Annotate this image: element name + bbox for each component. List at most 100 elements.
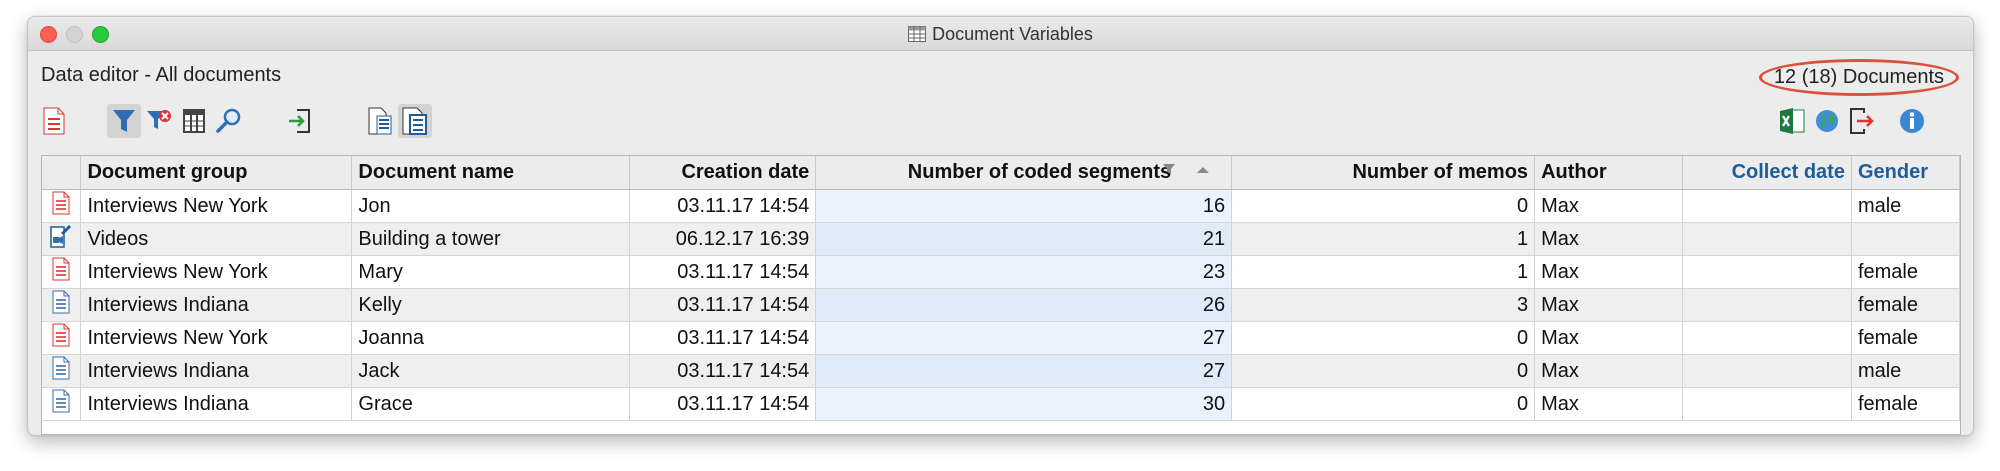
text-doc-red-icon <box>52 323 70 352</box>
cell-document-name[interactable]: Building a tower <box>351 222 631 256</box>
info-icon[interactable] <box>1895 104 1929 138</box>
cell-creation-date[interactable]: 03.11.17 14:54 <box>629 189 817 223</box>
cell-number-of-memos[interactable]: 0 <box>1231 387 1536 421</box>
document-count: 12 (18) Documents <box>1758 59 1959 96</box>
cell-gender[interactable]: male <box>1851 189 1960 223</box>
cell-collect-date[interactable] <box>1682 354 1852 388</box>
cell-gender[interactable]: female <box>1851 321 1960 355</box>
row-icon-cell[interactable] <box>42 321 82 355</box>
cell-creation-date[interactable]: 06.12.17 16:39 <box>629 222 817 256</box>
cell-document-group[interactable]: Interviews Indiana <box>80 288 353 322</box>
filter-sort-icon <box>1163 164 1210 174</box>
cell-number-of-coded-segments[interactable]: 30 <box>815 387 1233 421</box>
cell-number-of-coded-segments[interactable]: 27 <box>815 321 1233 355</box>
data-grid[interactable]: Document group Document name Creation da… <box>41 155 1961 435</box>
cell-creation-date[interactable]: 03.11.17 14:54 <box>629 354 817 388</box>
cell-document-name[interactable]: Joanna <box>351 321 631 355</box>
cell-author[interactable]: Max <box>1534 222 1683 256</box>
cell-collect-date[interactable] <box>1682 255 1852 289</box>
document-view-icon[interactable] <box>398 104 432 138</box>
cell-creation-date[interactable]: 03.11.17 14:54 <box>629 288 817 322</box>
document-red-icon[interactable] <box>37 104 71 138</box>
clear-filter-icon[interactable] <box>142 104 176 138</box>
column-header-number-of-memos[interactable]: Number of memos <box>1231 156 1536 190</box>
row-icon-cell[interactable] <box>42 354 82 388</box>
table-row[interactable]: Interviews New York Jon 03.11.17 14:54 16 0 M… <box>42 189 1960 223</box>
cell-gender[interactable]: female <box>1851 288 1960 322</box>
cell-number-of-memos[interactable]: 1 <box>1231 255 1536 289</box>
row-icon-cell[interactable] <box>42 222 82 256</box>
cell-creation-date[interactable]: 03.11.17 14:54 <box>629 321 817 355</box>
cell-document-name[interactable]: Jon <box>351 189 631 223</box>
cell-gender[interactable]: female <box>1851 255 1960 289</box>
table-row[interactable]: Interviews New York Mary 03.11.17 14:54 23 1… <box>42 255 1960 289</box>
cell-document-group[interactable]: Videos <box>80 222 353 256</box>
import-icon[interactable] <box>282 104 316 138</box>
column-header-gender[interactable]: Gender <box>1851 156 1960 190</box>
cell-number-of-coded-segments[interactable]: 26 <box>815 288 1233 322</box>
cell-author[interactable]: Max <box>1534 321 1683 355</box>
cell-document-name[interactable]: Grace <box>351 387 631 421</box>
cell-author[interactable]: Max <box>1534 288 1683 322</box>
cell-document-name[interactable]: Jack <box>351 354 631 388</box>
cell-collect-date[interactable] <box>1682 387 1852 421</box>
cell-creation-date[interactable]: 03.11.17 14:54 <box>629 387 817 421</box>
cell-author[interactable]: Max <box>1534 255 1683 289</box>
cell-document-group[interactable]: Interviews New York <box>80 189 353 223</box>
cell-collect-date[interactable] <box>1682 222 1852 256</box>
table-header-row: Document group Document name Creation da… <box>42 156 1960 190</box>
cell-document-group[interactable]: Interviews New York <box>80 321 353 355</box>
cell-gender[interactable] <box>1851 222 1960 256</box>
cell-number-of-memos[interactable]: 1 <box>1231 222 1536 256</box>
row-icon-cell[interactable] <box>42 189 82 223</box>
row-icon-cell[interactable] <box>42 387 82 421</box>
cell-number-of-coded-segments[interactable]: 16 <box>815 189 1233 223</box>
cell-document-group[interactable]: Interviews New York <box>80 255 353 289</box>
column-header-author[interactable]: Author <box>1534 156 1683 190</box>
export-exit-icon[interactable] <box>1845 104 1879 138</box>
table-row[interactable]: Videos Building a tower 06.12.17 16:39 21 1 M… <box>42 222 1960 256</box>
cell-creation-date[interactable]: 03.11.17 14:54 <box>629 255 817 289</box>
cell-gender[interactable]: female <box>1851 387 1960 421</box>
web-export-icon[interactable] <box>1810 104 1844 138</box>
cell-collect-date[interactable] <box>1682 288 1852 322</box>
row-icon-cell[interactable] <box>42 288 82 322</box>
column-header-document-name[interactable]: Document name <box>351 156 631 190</box>
table-row[interactable]: Interviews Indiana Grace 03.11.17 14:54 30 0… <box>42 387 1960 421</box>
filter-icon[interactable] <box>107 104 141 138</box>
table-row[interactable]: Interviews New York Joanna 03.11.17 14:54 2… <box>42 321 1960 355</box>
cell-number-of-memos[interactable]: 3 <box>1231 288 1536 322</box>
cell-author[interactable]: Max <box>1534 387 1683 421</box>
cell-document-group[interactable]: Interviews Indiana <box>80 354 353 388</box>
cell-author[interactable]: Max <box>1534 189 1683 223</box>
cell-document-name[interactable]: Mary <box>351 255 631 289</box>
data-editor-subtitle: Data editor - All documents <box>41 64 282 86</box>
video-doc-icon <box>50 224 72 253</box>
column-header-creation-date[interactable]: Creation date <box>629 156 817 190</box>
cell-number-of-memos[interactable]: 0 <box>1231 354 1536 388</box>
excel-export-icon[interactable] <box>1775 104 1809 138</box>
table-row[interactable]: Interviews Indiana Kelly 03.11.17 14:54 26 3… <box>42 288 1960 322</box>
title-bar[interactable]: Document Variables <box>28 17 1973 51</box>
cell-number-of-coded-segments[interactable]: 27 <box>815 354 1233 388</box>
cell-gender[interactable]: male <box>1851 354 1960 388</box>
column-header-number-of-coded-segments[interactable]: Number of coded segments <box>815 156 1233 190</box>
cell-number-of-memos[interactable]: 0 <box>1231 321 1536 355</box>
table-icon <box>908 26 927 47</box>
cell-number-of-coded-segments[interactable]: 21 <box>815 222 1233 256</box>
header-icon-column <box>42 156 82 190</box>
cell-collect-date[interactable] <box>1682 321 1852 355</box>
list-view-icon[interactable] <box>363 104 397 138</box>
search-icon[interactable] <box>212 104 246 138</box>
cell-collect-date[interactable] <box>1682 189 1852 223</box>
cell-number-of-memos[interactable]: 0 <box>1231 189 1536 223</box>
columns-table-icon[interactable] <box>177 104 211 138</box>
cell-author[interactable]: Max <box>1534 354 1683 388</box>
column-header-document-group[interactable]: Document group <box>80 156 353 190</box>
cell-number-of-coded-segments[interactable]: 23 <box>815 255 1233 289</box>
column-header-collect-date[interactable]: Collect date <box>1682 156 1852 190</box>
cell-document-group[interactable]: Interviews Indiana <box>80 387 353 421</box>
row-icon-cell[interactable] <box>42 255 82 289</box>
cell-document-name[interactable]: Kelly <box>351 288 631 322</box>
table-row[interactable]: Interviews Indiana Jack 03.11.17 14:54 27 0 M… <box>42 354 1960 388</box>
